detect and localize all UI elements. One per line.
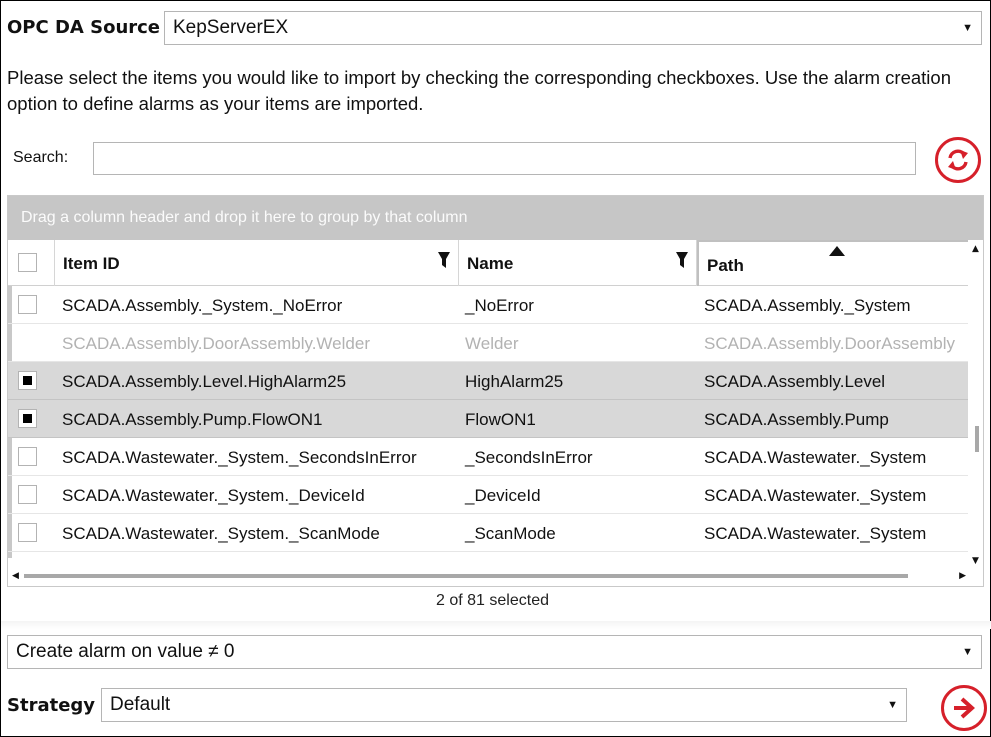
row-checkbox[interactable] [18,447,37,466]
cell-path: SCADA.Wastewater._System [704,486,927,505]
items-grid: Drag a column header and drop it here to… [7,195,984,587]
source-dropdown[interactable]: KepServerEX ▼ [164,11,982,45]
cell-item-id: SCADA.Assembly.Pump.FlowON1 [62,410,323,429]
divider [1,621,991,629]
next-button[interactable] [941,685,987,731]
table-row[interactable]: SCADA.Assembly.Pump.FlowON1 FlowON1 SCAD… [8,400,968,438]
cell-name: Welder [465,334,519,353]
table-row: SCADA.Assembly.DoorAssembly.Welder Welde… [8,324,968,362]
cell-item-id: SCADA.Assembly.Level.HighAlarm25 [62,372,347,391]
cell-name: _NoError [465,296,534,315]
cell-path: SCADA.Assembly._System [704,296,911,315]
scroll-thumb[interactable] [24,574,908,578]
source-value: KepServerEX [173,17,289,38]
cell-path: SCADA.Assembly.Pump [704,410,889,429]
cell-item-id: SCADA.Assembly.DoorAssembly.Welder [62,334,370,353]
cell-item-id: SCADA.Wastewater._System._DeviceId [62,486,365,505]
table-row[interactable]: SCADA.Assembly.Level.HighAlarm25 HighAla… [8,362,968,400]
filter-icon[interactable] [676,252,688,268]
cell-item-id: SCADA.Wastewater._System._SecondsInError [62,448,417,467]
chevron-down-icon: ▼ [887,699,898,711]
horizontal-scrollbar[interactable]: ◀ ▶ [8,568,968,586]
header-select-all[interactable] [8,240,55,286]
import-panel: OPC DA Source KepServerEX ▼ Please selec… [0,0,991,737]
alarm-option-dropdown[interactable]: Create alarm on value ≠ 0 ▼ [7,635,982,669]
source-label: OPC DA Source [7,17,161,38]
cell-name: _DeviceId [465,486,541,505]
row-checkbox[interactable] [18,409,37,428]
table-row[interactable]: SCADA.Wastewater._System._ScanMode _Scan… [8,514,968,552]
refresh-icon [948,149,968,171]
scroll-left-icon[interactable]: ◀ [12,571,19,581]
scroll-right-icon[interactable]: ▶ [959,571,966,581]
vertical-scrollbar[interactable]: ▲ ▼ [968,240,983,570]
cell-path: SCADA.Wastewater._System [704,448,927,467]
row-checkbox[interactable] [18,295,37,314]
column-header-name[interactable]: Name [459,240,697,286]
cell-path: SCADA.Assembly.Level [704,372,886,391]
group-hint: Drag a column header and drop it here to… [21,209,468,226]
cell-name: _SecondsInError [465,448,593,467]
cell-item-id: SCADA.Assembly._System._NoError [62,296,343,315]
strategy-label: Strategy [7,695,96,716]
cell-path: SCADA.Assembly.DoorAssembly [704,334,955,353]
chevron-down-icon: ▼ [962,22,973,34]
table-row[interactable]: SCADA.Wastewater._System._SecondsInError… [8,438,968,476]
refresh-button[interactable] [935,137,981,183]
grid-header: Item ID Name Path [8,240,968,286]
sort-ascending-icon [829,246,845,256]
chevron-down-icon: ▼ [962,646,973,658]
arrow-right-icon [954,697,975,719]
column-label: Path [707,256,744,275]
search-input[interactable] [93,142,916,175]
instructions-text: Please select the items you would like t… [7,67,951,114]
column-header-item-id[interactable]: Item ID [55,240,459,286]
column-label: Name [467,254,514,273]
search-label: Search: [13,149,69,166]
strategy-dropdown[interactable]: Default ▼ [101,688,907,722]
scroll-up-icon[interactable]: ▲ [972,244,979,254]
cell-name: FlowON1 [465,410,536,429]
cell-path: SCADA.Wastewater._System [704,524,927,543]
alarm-option-value: Create alarm on value ≠ 0 [16,641,235,662]
column-header-path[interactable]: Path [697,240,968,286]
grid-body: SCADA.Assembly._System._NoError _NoError… [8,286,968,568]
select-all-checkbox[interactable] [18,253,37,272]
scroll-thumb[interactable] [975,426,979,452]
strategy-value: Default [110,694,171,715]
group-panel[interactable]: Drag a column header and drop it here to… [8,196,983,240]
filter-icon[interactable] [438,252,450,268]
row-checkbox[interactable] [18,523,37,542]
cell-item-id: SCADA.Wastewater._System._ScanMode [62,524,380,543]
selection-summary: 2 of 81 selected [436,592,549,609]
table-row[interactable]: SCADA.Assembly._System._NoError _NoError… [8,286,968,324]
column-label: Item ID [63,254,120,273]
table-row[interactable]: SCADA.Wastewater._System._DeviceId _Devi… [8,476,968,514]
row-checkbox[interactable] [18,485,37,504]
row-checkbox[interactable] [18,371,37,390]
cell-name: _ScanMode [465,524,556,543]
cell-name: HighAlarm25 [465,372,564,391]
source-row: OPC DA Source KepServerEX ▼ [1,11,991,47]
scroll-down-icon[interactable]: ▼ [972,556,979,566]
